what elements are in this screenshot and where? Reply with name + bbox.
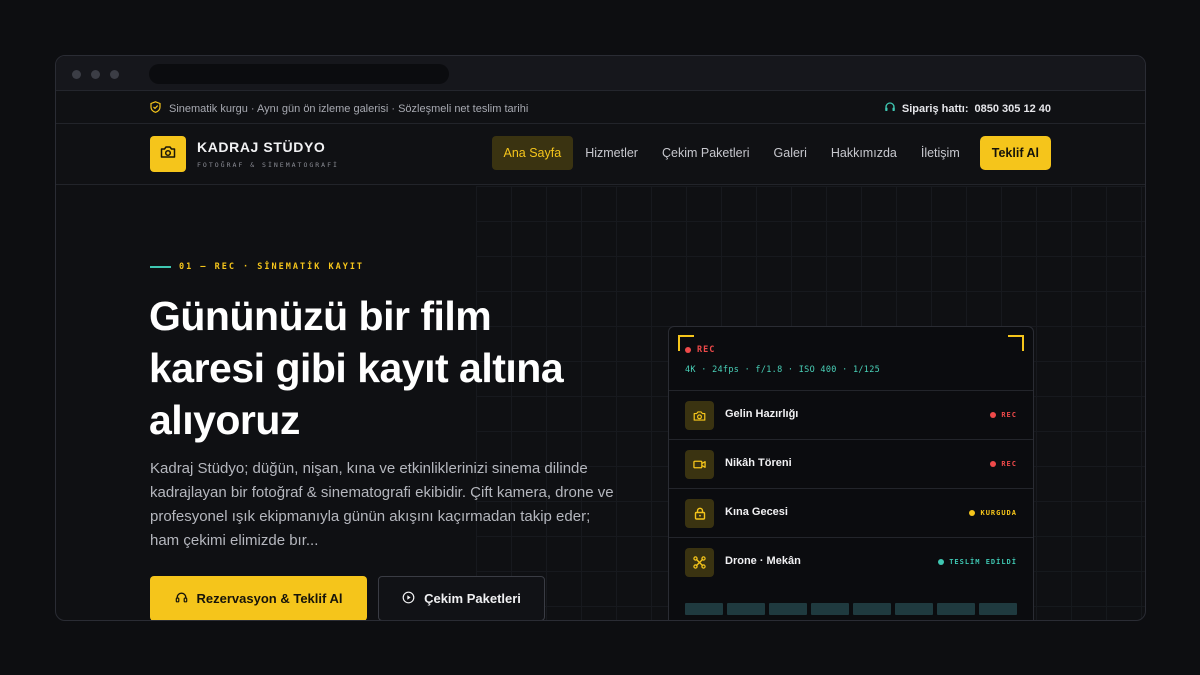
- status-label: REC: [1001, 460, 1017, 468]
- nav-item-gallery[interactable]: Galeri: [762, 136, 819, 170]
- get-quote-button[interactable]: Teklif Al: [979, 136, 1051, 170]
- status-dot: [969, 510, 976, 516]
- logo[interactable]: [150, 136, 186, 172]
- reservation-button[interactable]: Rezervasyon & Teklif Al: [150, 576, 367, 620]
- timeline-segment: [727, 603, 765, 615]
- status-dot: [990, 412, 997, 418]
- shield-icon: [150, 101, 161, 116]
- nav-item-services[interactable]: Hizmetler: [573, 136, 650, 170]
- shoot-list: Gelin Hazırlığı REC Nikâh Töreni REC Kın…: [669, 390, 1033, 586]
- list-item-title: Gelin Hazırlığı: [725, 408, 799, 420]
- reservation-button-label: Rezervasyon & Teklif Al: [196, 591, 343, 606]
- nav-item-contact[interactable]: İletişim: [909, 136, 972, 170]
- list-item[interactable]: Kına Gecesi KURGUDA: [669, 488, 1033, 537]
- status-label: REC: [1001, 411, 1017, 419]
- timeline-bar: [685, 603, 1017, 615]
- nav-item-about[interactable]: Hakkımızda: [819, 136, 909, 170]
- status-label: TESLİM EDİLDİ: [949, 558, 1017, 566]
- camera-icon: [160, 145, 176, 164]
- headset-icon: [884, 101, 896, 116]
- navbar: KADRAJ STÜDYO FOTOĞRAF & SİNEMATOGRAFİ A…: [56, 124, 1145, 185]
- timeline-segment: [979, 603, 1017, 615]
- rec-label: REC: [697, 345, 716, 355]
- hero-eyebrow: 01 — REC · SİNEMATİK KAYIT: [150, 262, 364, 272]
- camera-monitor-panel: REC 4K · 24fps · f/1.8 · ISO 400 · 1/125…: [668, 326, 1034, 620]
- status-badge: REC: [990, 460, 1017, 468]
- eyebrow-text: 01 — REC · SİNEMATİK KAYIT: [179, 262, 365, 272]
- nav-item-home[interactable]: Ana Sayfa: [491, 136, 574, 170]
- window-dot: [72, 70, 81, 79]
- window-dot: [91, 70, 100, 79]
- eyebrow-line: [150, 266, 171, 268]
- camera-icon: [685, 401, 714, 430]
- list-item[interactable]: Nikâh Töreni REC: [669, 439, 1033, 488]
- list-item-title: Kına Gecesi: [725, 506, 788, 518]
- status-dot: [938, 559, 945, 565]
- info-tagline: Sinematik kurgu · Aynı gün ön izleme gal…: [169, 102, 529, 115]
- hero-headline: Gününüzü bir film karesi gibi kayıt altı…: [149, 293, 564, 443]
- timeline-segment: [853, 603, 891, 615]
- brand-tagline: FOTOĞRAF & SİNEMATOGRAFİ: [197, 161, 339, 169]
- brand-name: KADRAJ STÜDYO: [197, 139, 326, 155]
- status-label: KURGUDA: [980, 509, 1017, 517]
- status-badge: TESLİM EDİLDİ: [938, 558, 1017, 566]
- timeline-segment: [685, 603, 723, 615]
- video-icon: [685, 450, 714, 479]
- nav-item-packages[interactable]: Çekim Paketleri: [650, 136, 762, 170]
- phone-number[interactable]: 0850 305 12 40: [975, 103, 1051, 115]
- packages-button[interactable]: Çekim Paketleri: [378, 576, 545, 620]
- list-item-title: Drone · Mekân: [725, 555, 801, 567]
- play-circle-icon: [402, 591, 415, 607]
- lock-icon: [685, 499, 714, 528]
- list-item[interactable]: Drone · Mekân TESLİM EDİLDİ: [669, 537, 1033, 586]
- main-menu: Ana Sayfa Hizmetler Çekim Paketleri Gale…: [491, 136, 1051, 170]
- rec-dot-icon: [685, 347, 691, 353]
- timeline-segment: [937, 603, 975, 615]
- info-bar: Sinematik kurgu · Aynı gün ön izleme gal…: [56, 91, 1145, 124]
- hero-lead: Kadraj Stüdyo; düğün, nişan, kına ve etk…: [150, 460, 614, 549]
- list-item[interactable]: Gelin Hazırlığı REC: [669, 390, 1033, 439]
- rec-indicator: REC: [685, 345, 715, 355]
- packages-button-label: Çekim Paketleri: [424, 591, 521, 606]
- list-item-title: Nikâh Töreni: [725, 457, 792, 469]
- browser-chrome: [56, 56, 1145, 91]
- status-badge: KURGUDA: [969, 509, 1017, 517]
- camera-specs: 4K · 24fps · f/1.8 · ISO 400 · 1/125: [685, 365, 881, 375]
- timeline-segment: [769, 603, 807, 615]
- status-badge: REC: [990, 411, 1017, 419]
- address-bar[interactable]: [149, 64, 449, 84]
- hero-section: 01 — REC · SİNEMATİK KAYIT Gününüzü bir …: [56, 186, 1145, 620]
- timeline-segment: [811, 603, 849, 615]
- browser-window: Sinematik kurgu · Aynı gün ön izleme gal…: [55, 55, 1146, 621]
- window-dot: [110, 70, 119, 79]
- drone-icon: [685, 548, 714, 577]
- headset-icon: [175, 591, 188, 607]
- status-dot: [990, 461, 997, 467]
- brand[interactable]: KADRAJ STÜDYO FOTOĞRAF & SİNEMATOGRAFİ: [197, 139, 339, 169]
- phone-label: Sipariş hattı:: [901, 102, 969, 115]
- timeline-segment: [895, 603, 933, 615]
- frame-corner: [1008, 335, 1024, 351]
